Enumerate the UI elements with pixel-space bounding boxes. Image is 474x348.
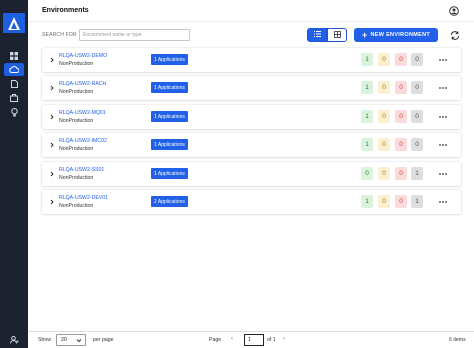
status-count-warning: 0 (378, 167, 390, 180)
search-label: SEARCH FOR (42, 32, 77, 38)
dashboard-icon[interactable] (7, 50, 21, 62)
status-count-healthy: 1 (361, 81, 373, 94)
environment-type: NonProduction (59, 175, 94, 181)
lightbulb-icon[interactable] (7, 106, 21, 118)
list-view-icon (313, 31, 321, 39)
page-title: Environments (42, 7, 89, 14)
search-input[interactable] (79, 29, 190, 41)
environment-name-link[interactable]: RLQA-USW2-SS01 (59, 167, 104, 173)
new-environment-label: NEW ENVIRONMENT (370, 32, 431, 38)
status-count-error: 0 (395, 53, 407, 66)
per-page-label: per page (93, 337, 114, 343)
applications-badge[interactable]: 1 Applications (151, 168, 188, 179)
environment-name-link[interactable]: RLQA-USW2-DEMO (59, 53, 107, 59)
status-count-warning: 0 (378, 138, 390, 151)
status-count-inactive: 0 (411, 138, 423, 151)
status-count-inactive: 0 (411, 53, 423, 66)
side-rail (0, 0, 28, 348)
environment-row[interactable]: RLQA-USW2-SS01 NonProduction 1 Applicati… (42, 162, 461, 186)
user-circle-icon[interactable] (449, 6, 459, 16)
page-number-value: 1 (248, 337, 251, 343)
status-count-healthy: 0 (361, 167, 373, 180)
applications-badge[interactable]: 1 Applications (151, 139, 188, 150)
environment-type: NonProduction (59, 118, 94, 124)
environment-name-link[interactable]: RLQA-USW2-DEV01 (59, 195, 108, 201)
top-bar: Environments (28, 0, 474, 22)
status-count-inactive: 1 (411, 195, 423, 208)
show-label: Show (38, 337, 51, 343)
environment-row[interactable]: RLQA-USW2-DEMO NonProduction 1 Applicati… (42, 48, 461, 72)
status-count-warning: 0 (378, 81, 390, 94)
status-count-healthy: 1 (361, 195, 373, 208)
plus-icon: + (361, 29, 368, 40)
previous-page-icon[interactable]: ‹ (231, 336, 233, 342)
environment-type: NonProduction (59, 61, 94, 67)
status-count-warning: 0 (378, 110, 390, 123)
status-count-error: 0 (395, 138, 407, 151)
status-count-healthy: 1 (361, 138, 373, 151)
more-icon[interactable] (438, 84, 448, 92)
status-count-warning: 0 (378, 195, 390, 208)
applications-badge[interactable]: 1 Applications (151, 111, 188, 122)
next-page-icon[interactable]: › (283, 336, 285, 342)
environment-type: NonProduction (59, 146, 94, 152)
chevron-down-icon (76, 338, 82, 345)
environment-name-link[interactable]: RLQA-USW2-MQ01 (59, 110, 106, 116)
page-count-label: of 1 (267, 337, 276, 343)
applications-badge[interactable]: 1 Applications (151, 54, 188, 65)
chevron-right-icon[interactable] (49, 141, 55, 149)
pagination-footer: Show 20 per page Page ‹ 1 of 1 › 6 items (28, 331, 474, 348)
new-environment-button[interactable]: + NEW ENVIRONMENT (354, 28, 438, 42)
chevron-right-icon[interactable] (49, 198, 55, 206)
per-page-value: 20 (61, 337, 67, 343)
status-count-error: 0 (395, 167, 407, 180)
environment-name-link[interactable]: RLQA-USW2-IMC02 (59, 138, 107, 144)
applications-badge[interactable]: 2 Applications (151, 196, 188, 207)
chevron-right-icon[interactable] (49, 84, 55, 92)
chevron-right-icon[interactable] (49, 113, 55, 121)
environment-name-link[interactable]: RLQA-USW2-RACH (59, 81, 106, 87)
environment-row[interactable]: RLQA-USW2-DEV01 NonProduction 2 Applicat… (42, 190, 461, 214)
more-icon[interactable] (438, 170, 448, 178)
refresh-icon[interactable] (449, 29, 461, 41)
per-page-select[interactable]: 20 (56, 334, 86, 346)
document-icon[interactable] (7, 78, 21, 90)
grid-view-icon (333, 30, 341, 40)
status-count-healthy: 1 (361, 53, 373, 66)
more-icon[interactable] (438, 198, 448, 206)
grid-view-button[interactable] (327, 28, 347, 42)
items-count: 6 items (449, 337, 466, 343)
status-count-inactive: 1 (411, 167, 423, 180)
environment-row[interactable]: RLQA-USW2-RACH NonProduction 1 Applicati… (42, 76, 461, 100)
status-count-error: 0 (395, 110, 407, 123)
more-icon[interactable] (438, 141, 448, 149)
applications-badge[interactable]: 1 Applications (151, 82, 188, 93)
environment-row[interactable]: RLQA-USW2-IMC02 NonProduction 1 Applicat… (42, 133, 461, 157)
more-icon[interactable] (438, 113, 448, 121)
environment-row[interactable]: RLQA-USW2-MQ01 NonProduction 1 Applicati… (42, 105, 461, 129)
environment-type: NonProduction (59, 89, 94, 95)
status-count-error: 0 (395, 81, 407, 94)
status-count-error: 0 (395, 195, 407, 208)
page-number-input[interactable]: 1 (244, 334, 264, 346)
status-count-healthy: 1 (361, 110, 373, 123)
status-count-inactive: 0 (411, 110, 423, 123)
environment-type: NonProduction (59, 203, 94, 209)
list-view-button[interactable] (307, 28, 327, 42)
status-count-inactive: 0 (411, 81, 423, 94)
page-label: Page (209, 337, 222, 343)
chevron-right-icon[interactable] (49, 170, 55, 178)
user-settings-icon[interactable] (7, 334, 21, 346)
cloud-icon[interactable] (4, 63, 24, 76)
briefcase-icon[interactable] (7, 92, 21, 104)
more-icon[interactable] (438, 56, 448, 64)
logo-icon[interactable] (3, 13, 25, 33)
chevron-right-icon[interactable] (49, 56, 55, 64)
status-count-warning: 0 (378, 53, 390, 66)
